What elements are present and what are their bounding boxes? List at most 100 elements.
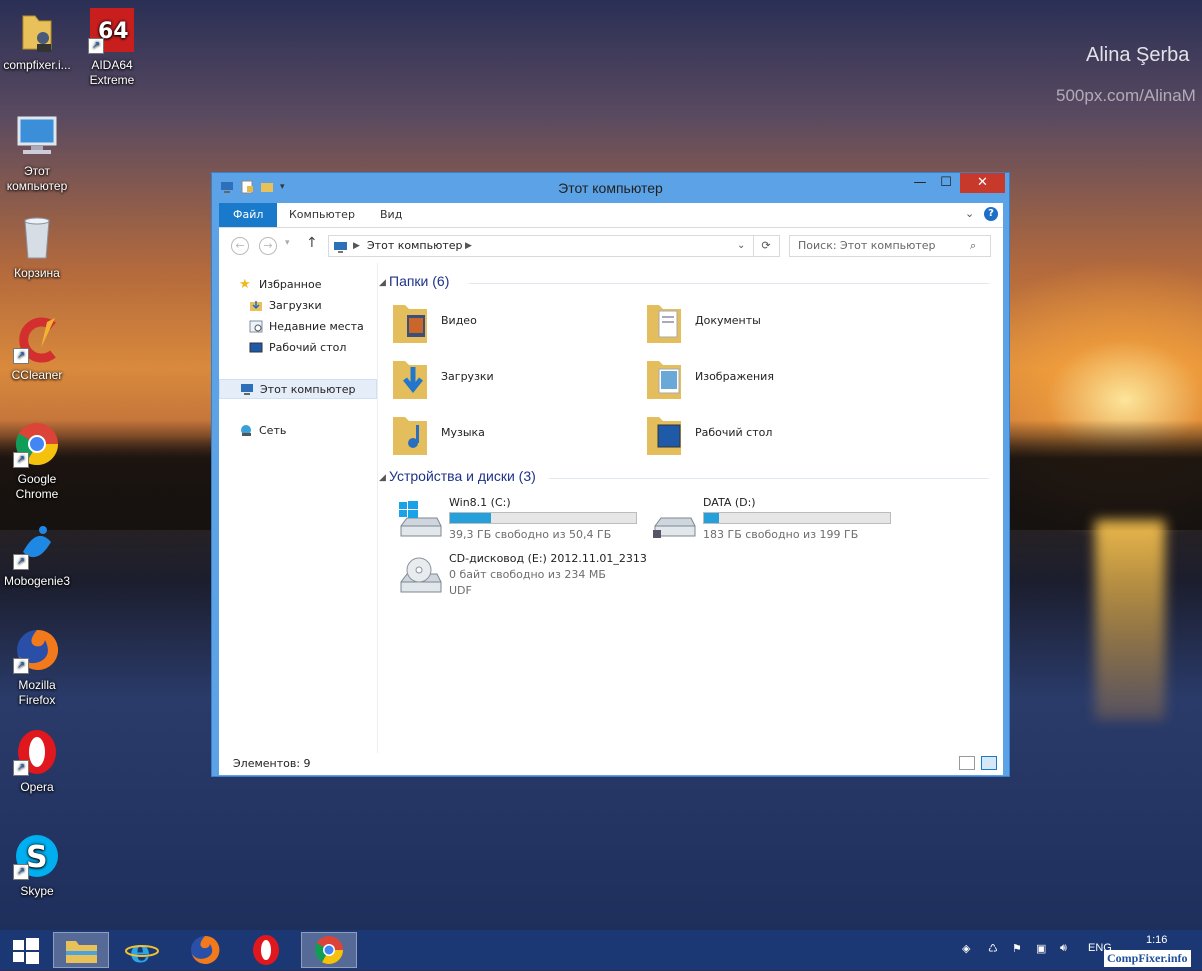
- drive-item-c[interactable]: Win8.1 (C:) 39,3 ГБ свободно из 50,4 ГБ: [397, 496, 647, 550]
- drive-item-d[interactable]: DATA (D:) 183 ГБ свободно из 199 ГБ: [651, 496, 901, 550]
- nav-desktop[interactable]: Рабочий стол: [219, 338, 377, 358]
- folder-label: Изображения: [695, 370, 774, 383]
- clock-time[interactable]: 1:16: [1146, 934, 1167, 946]
- recycle-tray-icon[interactable]: ♺: [988, 942, 998, 955]
- close-button[interactable]: ✕: [960, 173, 1005, 193]
- address-bar[interactable]: ▶ Этот компьютер ▶ ⌄ ⟳: [328, 235, 780, 257]
- skype-icon: S ↗: [13, 832, 61, 880]
- network-tray-icon[interactable]: ▣: [1036, 942, 1046, 955]
- desktop-icon-ccleaner[interactable]: ↗ CCleaner: [0, 316, 74, 383]
- breadcrumb-separator-icon[interactable]: ▶: [465, 236, 472, 256]
- devices-group-header[interactable]: Устройства и диски (3): [389, 468, 536, 484]
- desktop-icon-opera[interactable]: ↗ Opera: [0, 728, 74, 795]
- taskbar-opera[interactable]: [238, 932, 294, 968]
- documents-folder-icon: [645, 299, 683, 345]
- drive-free-space: 39,3 ГБ свободно из 50,4 ГБ: [449, 528, 612, 541]
- nav-network[interactable]: Сеть: [219, 421, 377, 441]
- desktop-icon-label: CCleaner: [11, 368, 63, 382]
- refresh-icon[interactable]: ⟳: [753, 236, 778, 256]
- desktop-icon-this-pc[interactable]: Этот компьютер: [0, 112, 74, 194]
- recent-places-icon: [249, 320, 263, 333]
- watermark: CompFixer.info: [1104, 950, 1191, 967]
- action-center-flag-icon[interactable]: ⚑: [1012, 942, 1022, 955]
- start-button[interactable]: [0, 932, 50, 968]
- help-icon[interactable]: ?: [984, 207, 998, 221]
- folder-item-documents[interactable]: Документы: [645, 297, 865, 347]
- details-view-icon[interactable]: [959, 756, 975, 770]
- tab-computer[interactable]: Компьютер: [275, 203, 369, 227]
- nav-favorites[interactable]: ★ Избранное: [219, 275, 377, 295]
- nav-label: Сеть: [259, 424, 287, 437]
- minimize-button[interactable]: —: [909, 173, 931, 193]
- star-icon: ★: [239, 277, 251, 292]
- firefox-icon: [191, 935, 220, 964]
- shortcut-arrow-icon: ↗: [13, 348, 29, 364]
- group-divider: [549, 478, 989, 479]
- security-tray-icon[interactable]: ◈: [962, 942, 970, 955]
- drive-usage-fill: [450, 513, 491, 523]
- desktop-icon-label: Google Chrome: [15, 472, 59, 501]
- nav-label: Загрузки: [269, 299, 322, 312]
- address-row: ← → ▾ ↑ ▶ Этот компьютер ▶ ⌄ ⟳ Поиск: Эт…: [219, 228, 1003, 263]
- taskbar-ie[interactable]: e: [114, 932, 170, 970]
- address-dropdown-icon[interactable]: ⌄: [737, 236, 745, 256]
- windows-logo-icon: [13, 938, 39, 964]
- firefox-icon: ↗: [13, 626, 61, 674]
- taskbar: e ◈ ♺ ⚑ ▣ 🔊︎ ENG 1:16: [0, 930, 1202, 970]
- downloads-folder-icon: [391, 355, 429, 401]
- folder-item-desktop[interactable]: Рабочий стол: [645, 409, 865, 459]
- svg-text:e: e: [130, 932, 150, 968]
- navigation-pane: ★ Избранное Загрузки Недавние места Рабо…: [219, 263, 378, 753]
- nav-recent-places[interactable]: Недавние места: [219, 317, 377, 337]
- folder-item-pictures[interactable]: Изображения: [645, 353, 865, 403]
- drive-name: Win8.1 (C:): [449, 496, 511, 509]
- folders-group-header[interactable]: Папки (6): [389, 273, 449, 289]
- pictures-folder-icon: [645, 355, 683, 401]
- search-icon[interactable]: ⌕: [970, 236, 976, 256]
- up-button[interactable]: ↑: [306, 235, 318, 251]
- tab-view[interactable]: Вид: [366, 203, 416, 227]
- group-collapse-icon[interactable]: ◢: [379, 473, 386, 483]
- nav-this-pc[interactable]: Этот компьютер: [219, 379, 377, 399]
- aida64-icon: 64 ↗: [88, 6, 136, 54]
- nav-label: Рабочий стол: [269, 341, 347, 354]
- ie-icon: e: [125, 932, 159, 970]
- folder-label: Рабочий стол: [695, 426, 773, 439]
- taskbar-firefox[interactable]: [177, 932, 233, 968]
- shortcut-arrow-icon: ↗: [13, 658, 29, 674]
- recent-locations-chevron-icon[interactable]: ▾: [285, 238, 290, 248]
- desktop-icon-compfixer[interactable]: compfixer.i...: [0, 6, 74, 73]
- folder-item-downloads[interactable]: Загрузки: [391, 353, 611, 403]
- nav-downloads[interactable]: Загрузки: [219, 296, 377, 316]
- taskbar-chrome[interactable]: [301, 932, 357, 968]
- desktop-icon-skype[interactable]: S ↗ Skype: [0, 832, 74, 899]
- desktop-icon-firefox[interactable]: ↗ Mozilla Firefox: [0, 626, 74, 708]
- drive-free-space: 183 ГБ свободно из 199 ГБ: [703, 528, 859, 541]
- tab-file[interactable]: Файл: [219, 203, 278, 227]
- desktop-icon-chrome[interactable]: ↗ Google Chrome: [0, 420, 74, 502]
- window-title: Этот компьютер: [558, 180, 663, 196]
- mobogenie-icon: ↗: [13, 522, 61, 570]
- drive-item-e[interactable]: CD-дисковод (E:) 2012.11.01_2313 0 байт …: [397, 552, 647, 606]
- ribbon-tabs: Файл Компьютер Вид ⌄ ?: [219, 203, 1003, 228]
- search-input[interactable]: Поиск: Этот компьютер ⌕: [789, 235, 991, 257]
- folder-item-music[interactable]: Музыка: [391, 409, 611, 459]
- status-bar: Элементов: 9: [219, 753, 1003, 775]
- music-folder-icon: [391, 411, 429, 457]
- large-icons-view-icon[interactable]: [981, 756, 997, 770]
- recycle-bin-icon: [13, 214, 61, 262]
- maximize-button[interactable]: ☐: [935, 173, 957, 193]
- item-count: Элементов: 9: [233, 757, 311, 770]
- back-button[interactable]: ←: [231, 237, 249, 255]
- breadcrumb-this-pc[interactable]: Этот компьютер: [367, 236, 463, 256]
- folder-item-video[interactable]: Видео: [391, 297, 611, 347]
- desktop-icon-mobogenie[interactable]: ↗ Mobogenie3: [0, 522, 74, 589]
- expand-ribbon-icon[interactable]: ⌄: [965, 207, 974, 220]
- title-bar[interactable]: ▾ Этот компьютер — ☐ ✕: [212, 173, 1009, 203]
- taskbar-explorer[interactable]: [53, 932, 109, 968]
- volume-icon[interactable]: 🔊︎: [1060, 942, 1067, 955]
- forward-button[interactable]: →: [259, 237, 277, 255]
- desktop-icon-aida64[interactable]: 64 ↗ AIDA64 Extreme: [75, 6, 149, 88]
- group-collapse-icon[interactable]: ◢: [379, 278, 386, 288]
- desktop-icon-recycle-bin[interactable]: Корзина: [0, 214, 74, 281]
